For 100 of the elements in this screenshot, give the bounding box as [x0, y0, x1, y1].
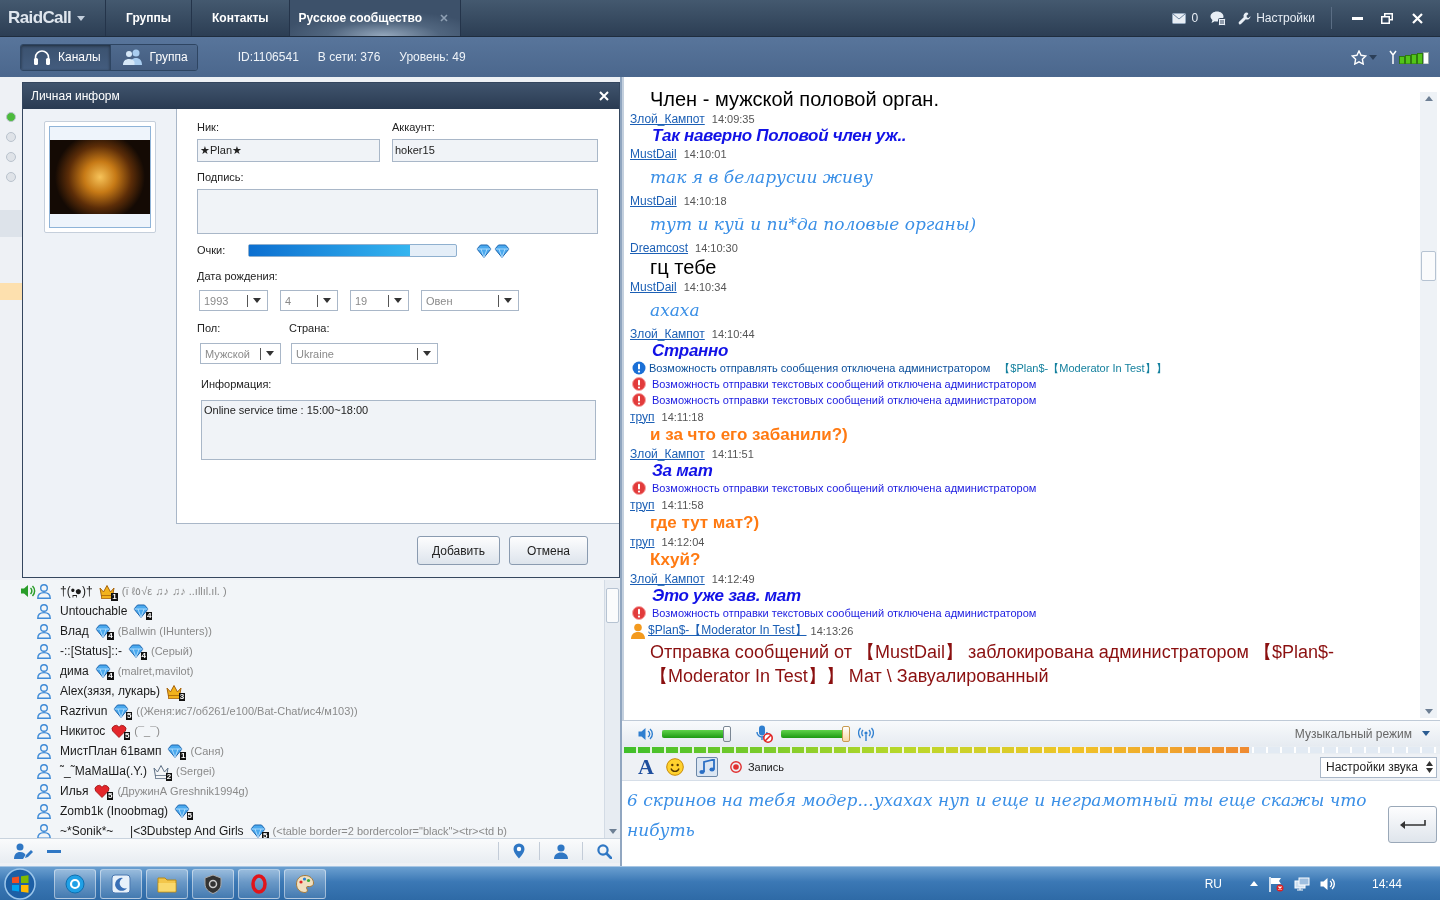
message-time: 14:12:04 — [661, 535, 705, 548]
view-tab[interactable]: Каналы — [21, 44, 110, 70]
top-tab[interactable]: Русское сообщество — [289, 0, 461, 36]
sender-link[interactable]: Злой_Кампот — [630, 326, 705, 341]
member-name[interactable]: -::[Status]::- — [60, 644, 122, 658]
app-menu-button[interactable]: RaidCall — [0, 0, 106, 36]
sender-link[interactable]: Злой_Кампот — [630, 571, 705, 586]
person-icon — [36, 603, 52, 619]
flag-icon[interactable] — [1267, 875, 1284, 892]
network-icon[interactable] — [1293, 876, 1310, 891]
music-button[interactable] — [695, 757, 718, 777]
member-name[interactable]: ~*Sonik*~ |<3Dubstep And Girls — [60, 824, 244, 838]
person-icon — [36, 783, 52, 799]
member-name[interactable]: дима — [60, 664, 89, 678]
caret-icon — [1422, 731, 1430, 736]
badge-number: 5 — [123, 732, 131, 740]
up-arrow-icon — [1424, 96, 1433, 101]
taskbar-button[interactable] — [284, 868, 326, 899]
person-icon[interactable] — [554, 843, 568, 859]
sender-link[interactable]: труп — [630, 497, 655, 512]
member-name[interactable]: ˜_˜МаМаШа(.Y.) — [60, 764, 148, 778]
member-name[interactable]: Untouchable — [60, 604, 128, 618]
cancel-button[interactable]: Отмена — [509, 536, 588, 565]
member-name[interactable]: МистПлан 61вамп — [60, 744, 162, 758]
start-orb-icon[interactable] — [4, 867, 36, 900]
sender-link[interactable]: $Plan$-【Moderator In Test】 — [648, 622, 807, 639]
settings-button[interactable]: Настройки — [1238, 11, 1315, 25]
notice-text: Возможность отправки текстовых сообщений отключена администратором — [651, 394, 1037, 406]
up-arrow-icon[interactable] — [1249, 881, 1258, 886]
member-name[interactable]: †(•̪●)† — [60, 584, 93, 598]
record-button[interactable]: Запись — [729, 761, 784, 773]
diamond-icon — [133, 604, 150, 618]
info-field[interactable]: Online service time : 15:00~18:00 — [201, 400, 596, 460]
member-status: (malret,mavilot) — [117, 665, 194, 677]
slider-thumb[interactable] — [722, 725, 731, 742]
badge-number: 4 — [107, 632, 114, 640]
muted-mic-icon[interactable] — [755, 724, 773, 743]
badge-number: 2 — [165, 772, 173, 781]
sender-link[interactable]: труп — [630, 534, 655, 549]
member-name[interactable]: Alex(зязя, лукарь) — [60, 684, 161, 698]
sender-link[interactable]: Злой_Кампот — [630, 446, 705, 461]
field-label: Подпись: — [197, 171, 244, 184]
scrollbar[interactable] — [1420, 92, 1437, 718]
caret-icon — [253, 298, 261, 303]
wrench-icon — [1238, 11, 1252, 25]
minus-icon[interactable] — [47, 849, 61, 853]
favorites-button[interactable] — [1351, 49, 1377, 65]
sender-link[interactable]: MustDail — [630, 193, 677, 208]
sender-link[interactable]: Dreamcost — [630, 240, 688, 255]
nick-field[interactable]: ★Plan★ — [197, 139, 380, 162]
caret-icon — [423, 351, 431, 356]
pin-icon[interactable] — [513, 843, 525, 859]
field-label: Очки: — [197, 244, 227, 257]
taskbar-button[interactable] — [54, 868, 96, 899]
search-icon[interactable] — [597, 843, 612, 859]
sender-link[interactable]: труп — [630, 409, 655, 424]
sender-link[interactable]: MustDail — [630, 146, 677, 161]
add-button[interactable]: Добавить — [417, 536, 500, 565]
speaker-icon[interactable] — [638, 726, 654, 741]
member-name[interactable]: Razrivun — [60, 704, 108, 718]
member-name[interactable]: Zomb1k (Inoobmag) — [60, 804, 169, 818]
top-tab[interactable]: Группы — [106, 0, 192, 36]
music-note-icon — [698, 759, 715, 775]
sender-link[interactable]: MustDail — [630, 279, 677, 294]
close-icon[interactable] — [440, 14, 448, 22]
message-time: 14:11:51 — [711, 447, 754, 460]
message-text: Кхуй? — [649, 550, 702, 570]
language-indicator[interactable]: RU — [1204, 876, 1222, 891]
broadcast-icon[interactable] — [858, 726, 874, 741]
mode-dropdown[interactable]: Музыкальный режим — [1294, 726, 1430, 741]
taskbar-button[interactable] — [192, 868, 234, 899]
scrollbar-thumb[interactable] — [1421, 251, 1436, 281]
clock[interactable]: 14:44 — [1371, 876, 1402, 891]
scrollbar-thumb[interactable] — [606, 588, 619, 623]
account-field[interactable]: hoker15 — [392, 139, 598, 162]
sound-settings-select[interactable]: Настройки звука — [1320, 756, 1437, 778]
member-name[interactable]: Никитос — [60, 724, 106, 738]
slider-thumb[interactable] — [841, 725, 850, 742]
signature-field[interactable] — [197, 189, 598, 234]
badge-number: 5 — [186, 812, 194, 820]
dialog-close-button[interactable] — [599, 91, 609, 101]
view-tab[interactable]: Группа — [109, 44, 197, 70]
message-text: Странно — [651, 342, 730, 360]
user-edit-icon[interactable] — [14, 843, 33, 859]
speaker-icon[interactable] — [1319, 876, 1336, 891]
top-tab[interactable]: Контакты — [192, 0, 290, 36]
level-text: Уровень: 49 — [399, 50, 466, 64]
font-button[interactable]: A — [638, 756, 654, 778]
field-label: Ник: — [197, 121, 219, 134]
member-name[interactable]: Илья — [60, 784, 89, 798]
dialog-title: Личная информ — [31, 89, 120, 103]
taskbar-button[interactable] — [100, 868, 142, 899]
smiley-icon[interactable] — [665, 758, 684, 776]
member-name[interactable]: Влад — [60, 624, 89, 638]
sender-link[interactable]: Злой_Кампот — [630, 111, 705, 126]
mail-button[interactable]: 0 — [1172, 11, 1199, 25]
star-icon — [1351, 49, 1367, 65]
send-button[interactable] — [1388, 806, 1437, 843]
chat-icon[interactable] — [1210, 10, 1227, 26]
scrollbar[interactable] — [604, 580, 620, 838]
